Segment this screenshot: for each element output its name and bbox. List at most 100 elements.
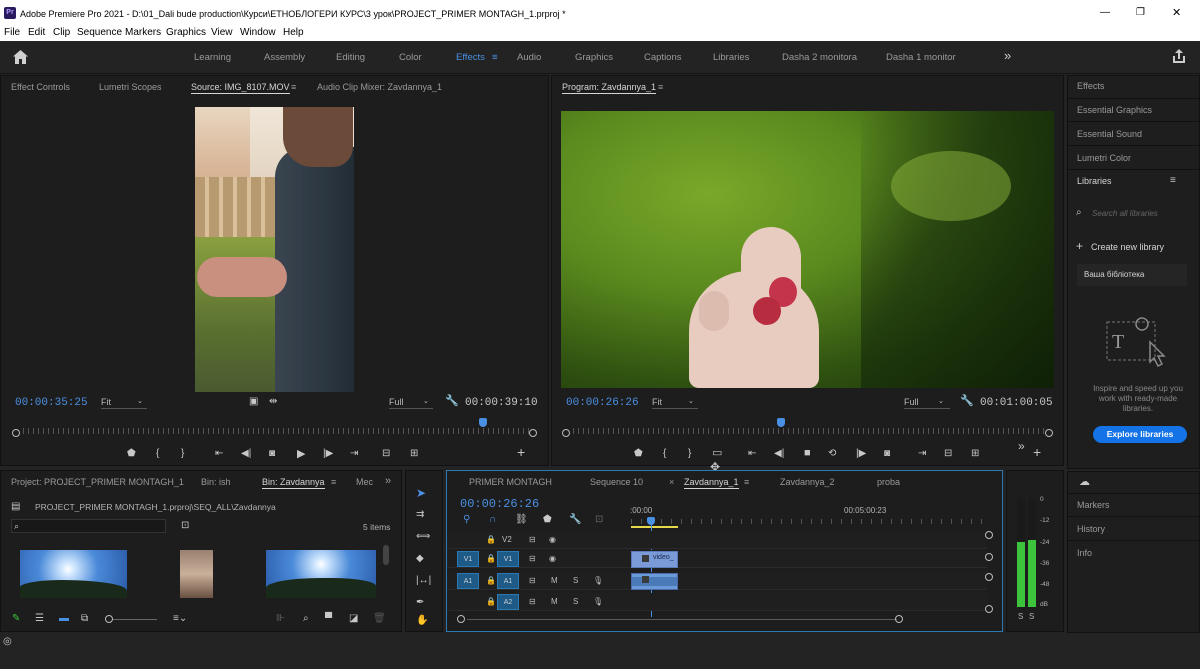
safe-margins-icon[interactable]: ▭ <box>712 447 722 459</box>
menu-window[interactable]: Window <box>240 27 276 38</box>
minimize-button[interactable]: — <box>1100 7 1110 18</box>
panel-history[interactable]: History <box>1077 524 1105 534</box>
menu-graphics[interactable]: Graphics <box>166 27 206 38</box>
tab-bin-ish[interactable]: Bin: ish <box>201 477 231 487</box>
program-settings-wrench-icon[interactable]: 🔧 <box>960 395 974 407</box>
program-step-back-icon[interactable]: ◀| <box>774 448 784 460</box>
workspace-assembly[interactable]: Assembly <box>264 52 305 63</box>
icon-view-icon[interactable]: ▬ <box>59 613 69 625</box>
workspace-dasha-2-monitora[interactable]: Dasha 2 monitora <box>782 52 857 63</box>
clear-icon[interactable]: 🗑 <box>373 613 386 625</box>
overwrite-icon[interactable]: ⊞ <box>410 448 418 460</box>
library-search-input[interactable]: Search all libraries <box>1092 209 1158 218</box>
source-patch-a1[interactable]: A1 <box>457 573 479 589</box>
program-zoom-handle-right[interactable] <box>1045 429 1053 437</box>
source-zoom-handle-left[interactable] <box>12 429 20 437</box>
mute-button[interactable]: M <box>551 573 558 589</box>
tab-lumetri-scopes[interactable]: Lumetri Scopes <box>99 82 162 92</box>
add-marker-icon[interactable]: ⬟ <box>127 448 136 460</box>
microphone-icon[interactable]: 🎙 <box>593 594 603 610</box>
explore-libraries-button[interactable]: Explore libraries <box>1093 426 1187 443</box>
timeline-settings-wrench-icon[interactable]: 🔧 <box>569 514 581 526</box>
workspace-effects-menu-icon[interactable]: ≡ <box>492 52 498 63</box>
captions-icon[interactable]: ⊡ <box>595 514 603 526</box>
mark-in-icon[interactable]: { <box>156 448 159 460</box>
timeline-zoom-handle-right[interactable] <box>895 615 903 623</box>
audio-clip[interactable] <box>631 573 678 590</box>
go-to-in-icon[interactable]: ⇤ <box>215 448 223 460</box>
timeline-zoom-bar[interactable] <box>467 619 897 620</box>
drag-video-icon[interactable]: ⇹ <box>269 396 277 408</box>
program-mark-in-icon[interactable]: { <box>663 448 666 460</box>
tab-proba[interactable]: proba <box>877 477 900 487</box>
stop-icon[interactable]: ■ <box>804 447 811 459</box>
menu-sequence[interactable]: Sequence <box>77 27 122 38</box>
timeline-tab-menu-icon[interactable]: ≡ <box>744 477 749 487</box>
eye-icon[interactable]: ◉ <box>549 551 556 567</box>
source-timecode[interactable]: 00:00:35:25 <box>15 397 88 409</box>
sync-lock-icon[interactable]: ⊟ <box>529 551 536 567</box>
program-mark-out-icon[interactable]: } <box>688 448 691 460</box>
play-icon[interactable]: ▶ <box>297 448 305 460</box>
source-patch-v1[interactable]: V1 <box>457 551 479 567</box>
program-more-icon[interactable]: » <box>1018 440 1025 452</box>
menu-help[interactable]: Help <box>283 27 304 38</box>
track-name-v1[interactable]: V1 <box>497 551 519 567</box>
linked-selection-icon[interactable]: ⛓ <box>515 514 528 526</box>
microphone-icon[interactable]: 🎙 <box>593 573 603 589</box>
track-name-a2[interactable]: A2 <box>497 594 519 610</box>
workspace-captions[interactable]: Captions <box>644 52 682 63</box>
menu-view[interactable]: View <box>211 27 233 38</box>
hand-tool-icon[interactable]: ✋ <box>416 615 428 627</box>
new-bin-icon[interactable]: ▀ <box>325 613 332 625</box>
lift-icon[interactable]: ⊟ <box>944 448 952 460</box>
eye-icon[interactable]: ◉ <box>549 532 556 548</box>
tab-zavdannya-2[interactable]: Zavdannya_2 <box>780 477 835 487</box>
sort-icons-icon[interactable]: ≡⌄ <box>173 613 187 625</box>
lock-icon[interactable]: 🔒 <box>486 573 496 589</box>
new-search-bin-icon[interactable]: ⊡ <box>181 520 189 532</box>
insert-icon[interactable]: ⊟ <box>382 448 390 460</box>
tab-project[interactable]: Project: PROJECT_PRIMER MONTAGH_1 <box>11 477 184 487</box>
menu-edit[interactable]: Edit <box>28 27 45 38</box>
maximize-button[interactable]: ❐ <box>1136 7 1145 18</box>
workspace-libraries[interactable]: Libraries <box>713 52 749 63</box>
meter-solo-left[interactable]: S <box>1018 612 1023 621</box>
close-tab-icon[interactable]: × <box>669 477 674 487</box>
export-frame-icon[interactable]: ▣ <box>249 396 258 408</box>
panel-lumetri-color[interactable]: Lumetri Color <box>1077 153 1131 163</box>
tab-sequence-10[interactable]: Sequence 10 <box>590 477 643 487</box>
tab-audio-clip-mixer[interactable]: Audio Clip Mixer: Zavdannya_1 <box>317 82 442 92</box>
panel-essential-graphics[interactable]: Essential Graphics <box>1077 105 1152 115</box>
timeline-vscroll-handle[interactable] <box>985 531 993 539</box>
timeline-vscroll-handle[interactable] <box>985 573 993 581</box>
solo-button[interactable]: S <box>573 594 578 610</box>
find-icon[interactable]: ⌕ <box>303 613 309 625</box>
create-library-plus-icon[interactable]: + <box>1076 240 1083 252</box>
slip-tool-icon[interactable]: |↔| <box>416 575 431 587</box>
step-forward-icon[interactable]: |▶ <box>323 448 333 460</box>
program-playhead[interactable] <box>776 418 785 427</box>
mute-button[interactable]: M <box>551 594 558 610</box>
source-settings-wrench-icon[interactable]: 🔧 <box>445 395 459 407</box>
project-thumbnail[interactable] <box>20 550 127 598</box>
program-add-button-icon[interactable]: + <box>1033 445 1041 459</box>
close-button[interactable]: ✕ <box>1172 6 1181 19</box>
menu-file[interactable]: File <box>4 27 20 38</box>
sync-lock-icon[interactable]: ⊟ <box>529 594 536 610</box>
program-zoom-handle-left[interactable] <box>562 429 570 437</box>
automate-to-sequence-icon[interactable]: ⊪ <box>276 613 285 625</box>
pen-tool-icon[interactable]: ✒ <box>416 597 424 609</box>
menu-clip[interactable]: Clip <box>53 27 70 38</box>
tab-media[interactable]: Mec <box>356 477 373 487</box>
panel-info[interactable]: Info <box>1077 548 1092 558</box>
sync-lock-icon[interactable]: ⊟ <box>529 573 536 589</box>
mark-out-icon[interactable]: } <box>181 448 184 460</box>
loop-icon[interactable]: ⟲ <box>828 448 836 460</box>
program-add-marker-icon[interactable]: ⬟ <box>634 448 643 460</box>
timeline-timecode[interactable]: 00:00:26:26 <box>460 497 539 511</box>
program-camera-icon[interactable]: ◙ <box>884 448 890 460</box>
freeform-view-icon[interactable]: ⧉ <box>81 613 88 625</box>
panel-libraries[interactable]: Libraries <box>1077 176 1112 186</box>
program-go-to-out-icon[interactable]: ⇥ <box>918 448 926 460</box>
